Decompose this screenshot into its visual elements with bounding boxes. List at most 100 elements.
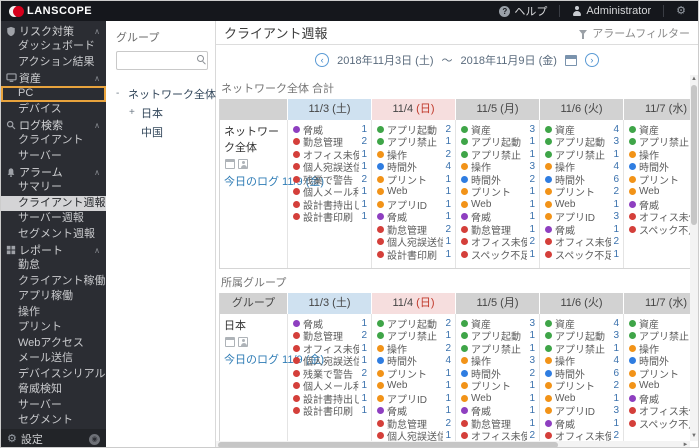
member-icon[interactable] [238,159,248,169]
day-date: 11/4 [392,297,417,309]
day-header-11/4[interactable]: 11/4 (日) [372,293,456,314]
sidebar-group-2[interactable]: ログ検索 ∧ [1,117,106,133]
alarm-count: 1 [529,148,535,160]
tree-node-label: ネットワーク全体 [128,88,216,101]
horizontal-scrollbar[interactable]: ► [216,441,690,447]
sidebar-item-ダッシュボード[interactable]: ダッシュボード [1,39,106,55]
alarm-count: 1 [445,236,451,248]
tree-node-日本[interactable]: + 日本 [116,103,207,122]
alarm-count: 1 [445,248,451,260]
user-menu[interactable]: Administrator [560,1,663,21]
day-header-11/7[interactable]: 11/7 (水) [624,293,693,314]
settings-menu-button[interactable]: ⚙ [664,1,698,21]
alarm-dot-red [629,213,636,221]
alarm-label: Web [387,186,408,198]
today-log-link[interactable]: 今日のログ 11/9 (金) [224,351,324,367]
weekly-report-table: 11/3 (土) 11/4 (日) 11/5 (月) 11/6 (火) 11/7 (水)… [219,99,693,269]
alarm-dot-red [629,419,636,427]
vertical-scroll-thumb[interactable] [691,85,697,225]
day-header-11/3[interactable]: 11/3 (土) [288,99,372,120]
alarm-count: 1 [529,330,535,342]
sidebar-item-プリント[interactable]: プリント [1,320,106,336]
vertical-scrollbar[interactable]: ▲ ▼ [690,75,698,441]
scroll-down-button[interactable]: ▼ [690,432,698,441]
help-button[interactable]: ? ヘルプ [487,1,559,21]
member-icon[interactable] [238,337,248,347]
sidebar-item-Webアクセス[interactable]: Webアクセス [1,336,106,352]
alarm-dot-orange [629,188,636,196]
page-title: クライアント週報 [224,26,328,41]
day-header-11/6[interactable]: 11/6 (火) [540,293,624,314]
day-header-11/4[interactable]: 11/4 (日) [372,99,456,120]
day-header-11/7[interactable]: 11/7 (水) [624,99,693,120]
next-week-button[interactable]: › [584,53,599,67]
tree-node-label: 日本 [141,107,163,120]
alarm-dot-blue [545,175,552,183]
sidebar-item-サマリー[interactable]: サマリー [1,180,106,196]
calendar-icon[interactable] [564,54,577,66]
sidebar-item-操作[interactable]: 操作 [1,305,106,321]
sidebar-item-メール送信[interactable]: メール送信 [1,351,106,367]
sidebar-group-0[interactable]: リスク対策 ∧ [1,23,106,39]
top-bar: LANSCOPE ? ヘルプ Administrator ⚙ [1,1,698,21]
scroll-right-button[interactable]: ► [681,441,690,447]
alarm-count: 1 [361,355,367,367]
table-header-row: 11/3 (土) 11/4 (日) 11/5 (月) 11/6 (火) 11/7 (水) [220,99,693,120]
alarm-count: 2 [445,417,451,429]
sidebar-item-アクション結果[interactable]: アクション結果 [1,55,106,71]
sidebar-group-3[interactable]: アラーム ∧ [1,164,106,180]
alarm-dot-blue [461,369,468,377]
tree-expander-icon[interactable]: + [129,107,141,118]
alarm-count: 1 [445,392,451,404]
chevron-up-icon: ∧ [94,73,100,83]
sidebar-group-4[interactable]: レポート ∧ [1,242,106,258]
day-header-11/5[interactable]: 11/5 (月) [456,293,540,314]
group-tree: - ネットワーク全体 + 日本 中国 [116,84,216,141]
sidebar-item-デバイスシリアル[interactable]: デバイスシリアル [1,367,106,383]
sidebar-item-サーバー[interactable]: サーバー [1,149,106,165]
prev-week-button[interactable]: ‹ [315,53,330,67]
sidebar-item-アプリ稼働[interactable]: アプリ稼働 [1,289,106,305]
sidebar-item-クライアント稼働[interactable]: クライアント稼働 [1,274,106,290]
group-search-input[interactable] [116,51,208,70]
tree-node-ネットワーク全体[interactable]: - ネットワーク全体 [116,84,216,103]
alarm-count: 1 [361,198,367,210]
alarm-filter-button[interactable]: アラームフィルター [579,25,690,41]
tree-node-中国[interactable]: 中国 [116,122,207,141]
alarm-label: Web [639,380,660,392]
alarm-item: プリント 1 [456,186,539,199]
sidebar-item-デバイス[interactable]: デバイス [1,102,106,118]
sidebar-item-勤怠[interactable]: 勤怠 [1,258,106,274]
day-header-11/5[interactable]: 11/5 (月) [456,99,540,120]
horizontal-scroll-thumb[interactable] [218,442,558,447]
today-log-link[interactable]: 今日のログ 11/9 (金) [224,173,324,189]
calendar-icon[interactable] [225,337,235,347]
sidebar-item-サーバー[interactable]: サーバー [1,398,106,414]
alarm-dot-orange [461,394,468,402]
alarm-dot-blue [461,175,468,183]
alarm-count: 1 [445,405,451,417]
sidebar-item-セグメント週報[interactable]: セグメント週報 [1,227,106,243]
alarm-dot-orange [545,213,552,221]
sidebar-item-クライアント[interactable]: クライアント [1,133,106,149]
alarm-count: 1 [529,198,535,210]
alarm-count: 1 [361,161,367,173]
tree-expander-icon[interactable]: - [116,88,128,99]
sidebar-settings[interactable]: ⚙ 設定 ◉ [1,429,106,447]
sidebar-item-セグメント[interactable]: セグメント [1,413,106,429]
alarm-label: Web [471,198,492,210]
scroll-up-button[interactable]: ▲ [690,75,698,84]
alarm-dot-orange [545,188,552,196]
sidebar-item-サーバー週報[interactable]: サーバー週報 [1,211,106,227]
day-header-11/3[interactable]: 11/3 (土) [288,293,372,314]
sidebar-item-クライアント週報[interactable]: クライアント週報 [1,195,106,211]
alarm-dot-purple [545,225,552,233]
sidebar-item-脅威検知[interactable]: 脅威検知 [1,382,106,398]
day-header-11/6[interactable]: 11/6 (火) [540,99,624,120]
sidebar-group-1[interactable]: 資産 ∧ [1,70,106,86]
sidebar-collapse-button[interactable]: ◉ [89,433,100,445]
sidebar-item-PC[interactable]: PC [1,86,106,102]
calendar-icon[interactable] [225,159,235,169]
day-cell-11/6: 資産 4 アプリ起動 3 アプリ禁止 1 操作 4 時間外 6 プリント 2 Web 1 アプリID 3 脅威 1… [540,120,624,268]
alarm-dot-orange [545,357,552,365]
